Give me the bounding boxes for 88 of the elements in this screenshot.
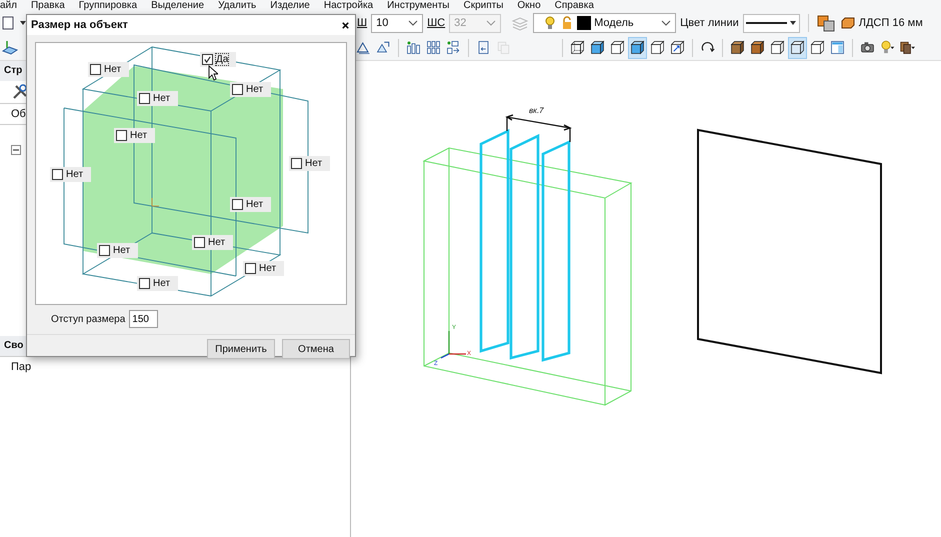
bar-chart-icon — [406, 39, 421, 56]
cube-icon — [750, 39, 765, 56]
caret-icon — [486, 20, 496, 26]
dimension-checkbox[interactable]: Нет — [243, 261, 284, 276]
dimension-checkbox[interactable]: Нет — [192, 235, 234, 250]
checkbox[interactable] — [245, 263, 256, 274]
dimension-checkbox[interactable]: Нет — [137, 91, 178, 106]
material-icon — [900, 39, 915, 56]
copy-icon — [496, 39, 511, 56]
step-label: ШС — [427, 17, 446, 29]
dimension-text: вк.7 — [529, 106, 544, 115]
close-icon[interactable] — [341, 20, 350, 30]
grid-icon — [426, 39, 441, 56]
checkbox[interactable] — [194, 237, 205, 248]
material-stack-icon[interactable] — [816, 14, 835, 32]
bulb-icon — [880, 39, 895, 56]
caret-icon — [661, 20, 672, 26]
panel-icon — [830, 39, 845, 56]
line-color-label: Цвет линии — [680, 17, 739, 29]
checkbox[interactable] — [232, 199, 243, 210]
dimension-checkbox[interactable]: Нет — [137, 276, 178, 291]
axis-icon — [152, 198, 160, 206]
menu-item[interactable]: Удалить — [218, 0, 256, 11]
menu-item[interactable]: Настройка — [324, 0, 374, 11]
dimension-checkbox[interactable]: Нет — [114, 128, 156, 143]
panel-outline[interactable] — [697, 128, 882, 374]
dimension-checkbox[interactable]: Нет — [230, 197, 272, 212]
cube-icon — [790, 39, 805, 56]
dimension-checkbox[interactable]: Нет — [289, 156, 330, 171]
cube-icon — [770, 39, 785, 56]
cube-icon — [650, 39, 665, 56]
cube-icon — [630, 39, 645, 56]
offset-label: Отступ размера — [51, 314, 126, 324]
width-select[interactable]: 10 — [371, 14, 424, 32]
checkbox[interactable] — [139, 278, 150, 289]
cube-icon — [730, 39, 745, 56]
color-swatch — [577, 16, 592, 30]
cancel-button[interactable]: Отмена — [282, 339, 350, 359]
board-icon — [840, 16, 855, 30]
menu-item[interactable]: Инструменты — [387, 0, 450, 11]
bulb-icon[interactable] — [543, 16, 558, 30]
collapse-icon[interactable] — [11, 145, 21, 155]
checkbox[interactable] — [139, 93, 150, 104]
caret-icon — [408, 20, 418, 26]
cursor-icon — [208, 65, 218, 81]
checkbox[interactable] — [116, 130, 127, 141]
dimension-checkbox[interactable]: Да — [200, 52, 236, 67]
layer-select[interactable]: Модель — [533, 13, 676, 33]
checkbox[interactable] — [291, 158, 302, 169]
line-color-select[interactable] — [742, 14, 800, 32]
cube-icon — [570, 39, 585, 56]
triangle-icon — [356, 39, 371, 56]
toolbar-button[interactable] — [788, 36, 807, 58]
dimension-line — [505, 114, 572, 143]
cube-arrows-icon — [670, 39, 685, 56]
menu-item[interactable]: Изделие — [270, 0, 310, 11]
toolbar-button[interactable] — [628, 36, 647, 58]
dimension-checkbox[interactable]: Нет — [88, 62, 130, 77]
dialog-title: Размер на объект — [31, 19, 128, 31]
parameters-label: Пар — [11, 361, 32, 373]
tools-icon[interactable] — [12, 84, 28, 100]
menu-item[interactable]: Окно — [517, 0, 541, 11]
dimension-checkbox[interactable]: Нет — [230, 82, 272, 97]
material-name[interactable]: ЛДСП 16 мм — [858, 17, 923, 29]
dimension-checkbox[interactable]: Нет — [50, 167, 92, 182]
width-label: Ш — [357, 17, 368, 29]
menu-item[interactable]: Скрипты — [463, 0, 504, 11]
apply-button[interactable]: Применить — [207, 339, 275, 359]
dimension-checkbox[interactable]: Нет — [97, 243, 138, 258]
caret-icon — [788, 19, 797, 27]
menu-item[interactable]: Справка — [554, 0, 594, 11]
checkbox[interactable] — [232, 84, 243, 95]
cube-icon — [610, 39, 625, 56]
arrange-icon — [446, 39, 461, 56]
line-sample-icon — [746, 21, 787, 25]
axis-icon — [440, 331, 466, 359]
menu-item[interactable]: Группировка — [78, 0, 138, 11]
checkbox[interactable] — [90, 64, 101, 75]
cube-icon — [810, 39, 825, 56]
checkbox[interactable] — [99, 245, 110, 256]
menu-item[interactable]: айл — [0, 0, 17, 11]
caret-icon[interactable] — [19, 19, 27, 27]
checkbox[interactable] — [52, 169, 63, 180]
menu-item[interactable]: Правка — [30, 0, 65, 11]
menu-item[interactable]: Выделение — [151, 0, 204, 11]
checkbox[interactable] — [202, 54, 213, 65]
cube-icon — [590, 39, 605, 56]
offset-field[interactable]: 150 — [129, 310, 158, 328]
